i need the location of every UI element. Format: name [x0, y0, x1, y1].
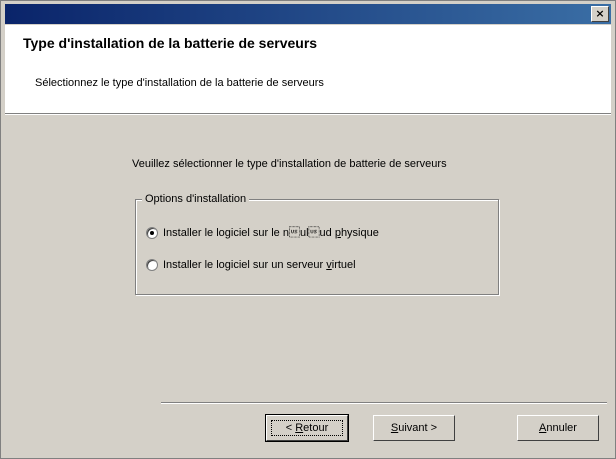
option-virtual-label[interactable]: Installer le logiciel sur un serveur vir… — [163, 258, 356, 272]
group-label: Options d'installation — [142, 192, 250, 206]
title-bar: × — [5, 4, 611, 24]
radio-selected-dot — [150, 231, 154, 235]
radio-button-virtual[interactable] — [146, 259, 158, 271]
radio-button-physical[interactable] — [146, 227, 158, 239]
wizard-header: Type d'installation de la batterie de se… — [5, 25, 611, 113]
footer-divider — [161, 402, 607, 404]
focus-rectangle: < Retour — [271, 420, 343, 436]
option-physical-label[interactable]: Installer le logiciel sur le n ul ud phy… — [163, 226, 379, 240]
install-options-group: Options d'installation Installer le logi… — [135, 192, 499, 295]
page-title: Type d'installation de la batterie de se… — [23, 35, 318, 51]
instruction-text: Veuillez sélectionner le type d'installa… — [132, 158, 447, 170]
header-divider — [5, 113, 611, 115]
cancel-button[interactable]: Annuler — [517, 415, 599, 441]
close-icon[interactable]: × — [591, 6, 609, 22]
next-button[interactable]: Suivant > — [373, 415, 455, 441]
back-button[interactable]: < Retour — [265, 414, 349, 442]
page-subtitle: Sélectionnez le type d'installation de l… — [35, 77, 324, 89]
installer-dialog: × Type d'installation de la batterie de … — [0, 0, 616, 459]
